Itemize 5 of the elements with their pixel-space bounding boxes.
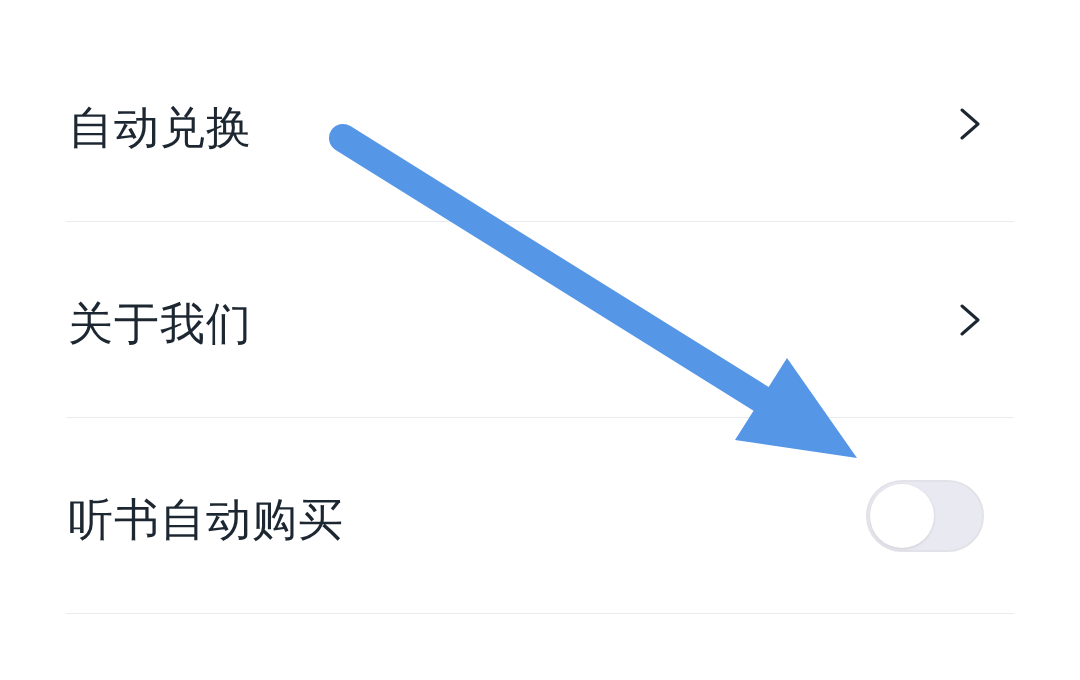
chevron-right-icon xyxy=(960,303,980,336)
setting-label: 听书自动购买 xyxy=(68,491,344,548)
setting-label: 自动兑换 xyxy=(68,99,252,156)
setting-label: 关于我们 xyxy=(68,295,252,352)
chevron-right-icon xyxy=(960,107,980,140)
